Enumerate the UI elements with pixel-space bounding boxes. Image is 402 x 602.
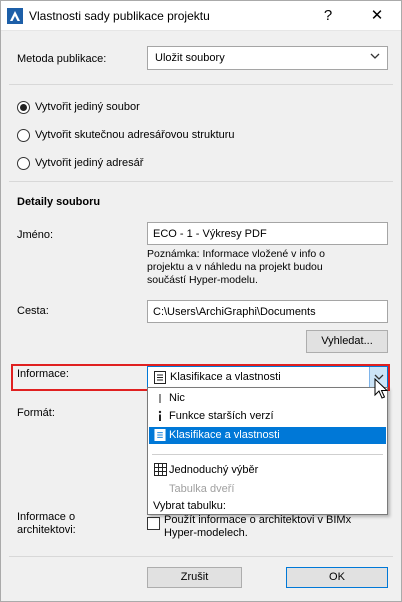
archicad-app-icon — [7, 8, 23, 24]
radio-single-file[interactable]: Vytvořit jediný soubor — [17, 100, 217, 116]
dropdown-item-label: Jednoduchý výběr — [169, 464, 259, 476]
radio-folder-structure[interactable]: Vytvořit skutečnou adresářovou strukturu — [17, 128, 277, 144]
window-title: Vlastnosti sady publikace projektu — [29, 9, 210, 23]
publish-method-label: Metoda publikace: — [17, 53, 107, 65]
dropdown-item-label: Tabulka dveří — [169, 483, 235, 495]
radio-label: Vytvořit skutečnou adresářovou strukturu — [35, 129, 235, 141]
architect-label: Informace o architektovi: — [17, 511, 76, 537]
file-details-heading: Detaily souboru — [17, 196, 101, 208]
dropdown-item-classification[interactable]: Klasifikace a vlastnosti — [149, 427, 386, 444]
radio-single-folder[interactable]: Vytvořit jediný adresář — [17, 156, 217, 172]
publish-method-dropdown[interactable]: Uložit soubory — [147, 46, 388, 70]
dropdown-item-simple-selection[interactable]: Jednoduchý výběr — [149, 462, 386, 479]
divider — [9, 181, 393, 182]
note-line: součástí Hyper-modelu. — [147, 274, 258, 286]
note-text: Poznámka: Informace vložené v info o pro… — [147, 248, 387, 287]
dropdown-item-legacy[interactable]: Funkce starších verzí — [149, 408, 386, 425]
architect-checkbox[interactable] — [147, 517, 160, 530]
cancel-button[interactable]: Zrušit — [147, 567, 242, 588]
checkbox-label-line: Použít informace o architektovi v BIMx — [164, 514, 352, 526]
radio-button[interactable] — [17, 101, 30, 114]
radio-label: Vytvořit jediný adresář — [35, 157, 144, 169]
divider — [9, 84, 393, 85]
radio-button[interactable] — [17, 157, 30, 170]
info-i-icon — [158, 410, 162, 421]
dialog-window: Vlastnosti sady publikace projektu ? ✕ M… — [0, 0, 402, 602]
browse-button[interactable]: Vyhledat... — [306, 330, 388, 353]
radio-label: Vytvořit jediný soubor — [35, 101, 140, 113]
mouse-cursor-icon — [374, 378, 388, 399]
architect-label-line: Informace o — [17, 511, 76, 523]
architect-label-line: architektovi: — [17, 524, 76, 536]
help-icon[interactable]: ? — [318, 6, 338, 26]
note-line: projektu a v náhledu na projekt budou — [147, 261, 323, 273]
name-value: ECO - 1 - Výkresy PDF — [153, 228, 267, 240]
thin-i-icon — [159, 394, 161, 403]
info-dropdown-list: Nic Funkce starších verzí Klasifikace a … — [147, 387, 388, 515]
dropdown-group-label: Vybrat tabulku: — [149, 498, 386, 515]
path-field[interactable]: C:\Users\ArchiGraphi\Documents — [147, 300, 388, 323]
grid-table-icon — [154, 463, 167, 476]
path-value: C:\Users\ArchiGraphi\Documents — [153, 306, 316, 318]
publish-method-value: Uložit soubory — [155, 52, 225, 64]
dropdown-item-nic[interactable]: Nic — [149, 390, 386, 407]
radio-button[interactable] — [17, 129, 30, 142]
title-bar[interactable]: Vlastnosti sady publikace projektu ? ✕ — [1, 1, 401, 31]
list-doc-icon — [154, 429, 166, 441]
dropdown-separator — [152, 454, 383, 455]
dropdown-item-label: Klasifikace a vlastnosti — [169, 429, 280, 441]
architect-checkbox-label: Použít informace o architektovi v BIMx H… — [164, 514, 351, 540]
close-icon[interactable]: ✕ — [367, 6, 387, 26]
dropdown-item-label: Funkce starších verzí — [169, 410, 274, 422]
divider — [9, 556, 393, 557]
dropdown-group-text: Vybrat tabulku: — [153, 500, 226, 512]
dropdown-item-door-table: Tabulka dveří — [149, 481, 386, 498]
dropdown-item-label: Nic — [169, 392, 185, 404]
checkbox-label-line: Hyper-modelech. — [164, 527, 248, 539]
note-line: Poznámka: Informace vložené v info o — [147, 248, 326, 260]
path-label: Cesta: — [17, 305, 49, 317]
format-label: Formát: — [17, 407, 55, 419]
ok-button[interactable]: OK — [286, 567, 388, 588]
chevron-down-icon — [370, 53, 380, 59]
name-label: Jméno: — [17, 229, 54, 241]
name-field[interactable]: ECO - 1 - Výkresy PDF — [147, 222, 388, 245]
